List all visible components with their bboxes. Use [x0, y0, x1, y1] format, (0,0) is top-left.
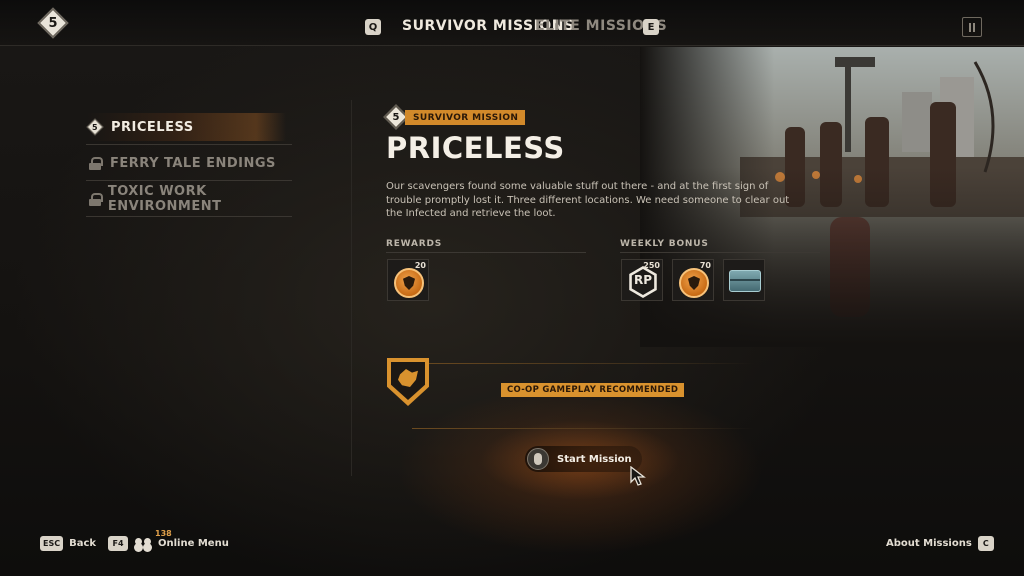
mission-level-badge: 5 [86, 118, 104, 136]
mission-type-tag: SURVIVOR MISSION [405, 110, 526, 125]
c-key: C [977, 536, 994, 551]
people-icon [134, 537, 152, 550]
cursor-icon [630, 466, 646, 486]
mission-level: 5 [91, 122, 99, 132]
online-menu-label: Online Menu [158, 538, 229, 549]
player-level-badge: 5 [37, 7, 69, 39]
survivor-token-icon [679, 268, 709, 298]
divider [86, 180, 292, 181]
back-label: Back [69, 538, 97, 549]
divider [386, 252, 586, 253]
divider [86, 216, 292, 217]
sidebar-item-priceless[interactable]: 5 PRICELESS [86, 113, 292, 145]
player-level: 5 [48, 15, 58, 31]
top-bar: 5 Q SURVIVOR MISSIONS ELITE MISSIONS E [0, 0, 1024, 46]
divider [86, 144, 292, 145]
rewards-label: REWARDS [386, 239, 443, 249]
f4-key: F4 [108, 536, 128, 551]
prev-tab-key[interactable]: Q [365, 19, 381, 35]
online-count: 138 [155, 529, 172, 538]
start-mission-label: Start Mission [557, 453, 632, 465]
start-mission-button[interactable]: Start Mission [525, 446, 642, 472]
about-missions-button[interactable]: About Missions C [886, 536, 994, 551]
survivor-token-icon [394, 268, 424, 298]
panel-divider [351, 100, 352, 476]
weekly-bonus-label: WEEKLY BONUS [620, 239, 709, 249]
back-button[interactable]: ESC Back [40, 536, 96, 551]
about-missions-label: About Missions [886, 538, 972, 549]
supply-chest-icon [729, 270, 761, 292]
next-tab-key[interactable]: E [643, 19, 659, 35]
bonus-count: 70 [699, 261, 711, 270]
divider [412, 363, 754, 364]
sidebar-item-label: TOXIC WORK ENVIRONMENT [107, 184, 222, 214]
mission-level: 5 [392, 111, 400, 123]
reward-count: 20 [414, 261, 426, 270]
pause-icon[interactable] [962, 17, 982, 37]
mission-title: PRICELESS [386, 131, 565, 165]
divider [620, 252, 820, 253]
online-menu-button[interactable]: F4 Online Menu [108, 536, 229, 551]
lock-icon [89, 156, 103, 170]
sidebar-item-toxic-work-environment[interactable]: TOXIC WORK ENVIRONMENT [86, 184, 292, 217]
bonus-count: 250 [643, 261, 660, 270]
sidebar-item-ferry-tale-endings[interactable]: FERRY TALE ENDINGS [86, 149, 292, 181]
sidebar-item-label: PRICELESS [111, 119, 194, 135]
esc-key: ESC [40, 536, 64, 551]
reward-slot[interactable]: 20 [387, 259, 429, 301]
lock-icon [89, 192, 103, 206]
sidebar-item-label: FERRY TALE ENDINGS [110, 155, 276, 171]
mission-description: Our scavengers found some valuable stuff… [386, 181, 790, 219]
bonus-slot[interactable] [723, 259, 765, 301]
bonus-slot[interactable]: 70 [672, 259, 714, 301]
bonus-slot[interactable]: RP 250 [621, 259, 663, 301]
rp-label: RP [633, 273, 653, 287]
coop-recommended-tag: CO-OP GAMEPLAY RECOMMENDED [501, 383, 685, 397]
mouse-icon [527, 448, 549, 470]
